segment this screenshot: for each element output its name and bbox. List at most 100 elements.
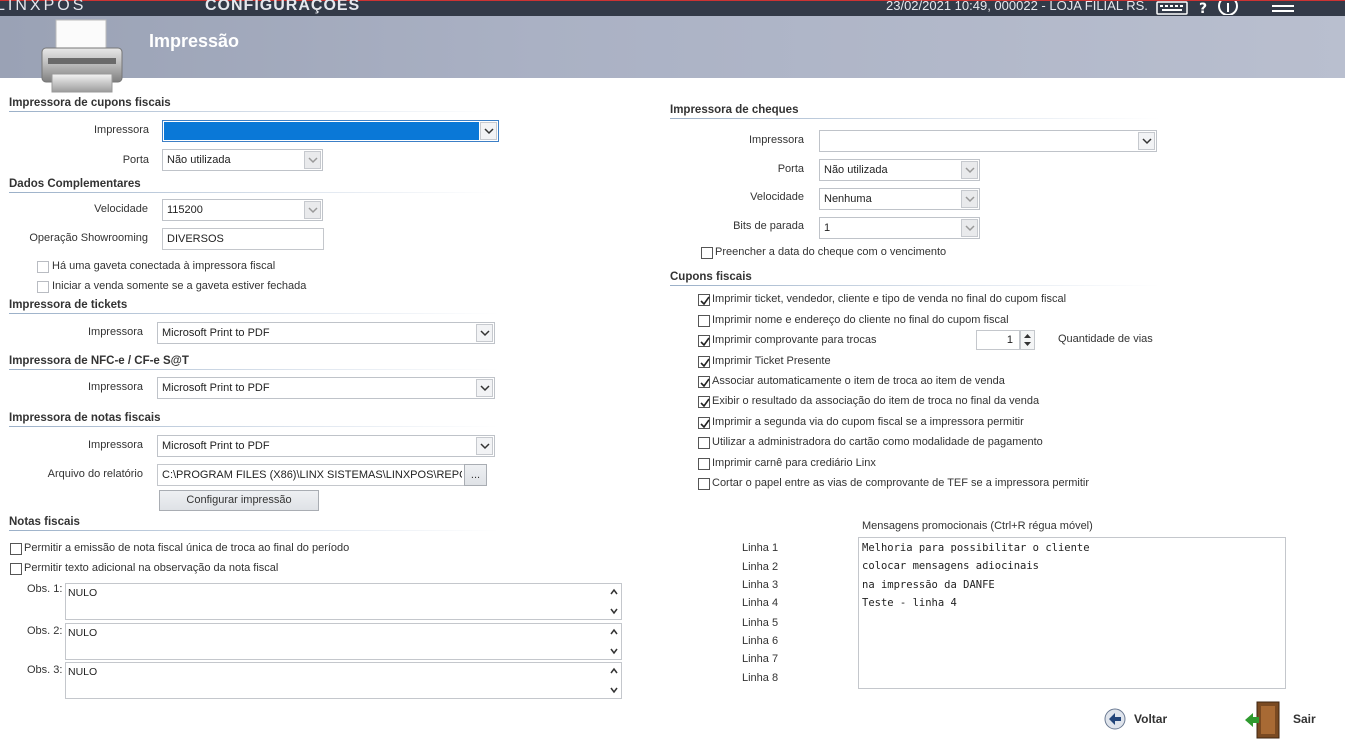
cupom-option-checkbox[interactable] xyxy=(698,376,710,388)
cupom-option-checkbox[interactable] xyxy=(698,417,710,429)
obs-3-value: NULO xyxy=(68,666,98,678)
notas-printer-select[interactable]: Microsoft Print to PDF xyxy=(157,435,495,457)
chevron-down-icon[interactable] xyxy=(480,122,497,140)
promo-messages-field[interactable]: Melhoria para possibilitar o cliente colo… xyxy=(858,537,1286,689)
page-title: Impressão xyxy=(149,31,240,51)
check-icon xyxy=(700,419,710,429)
chevron-down-icon[interactable] xyxy=(1138,132,1155,150)
promo-line-text: colocar mensagens adiocinais xyxy=(862,560,1040,573)
chevron-down-icon[interactable] xyxy=(961,190,978,208)
chevron-down-icon[interactable] xyxy=(961,161,978,179)
info-icon[interactable] xyxy=(1217,0,1239,16)
section-divider xyxy=(9,313,499,314)
stopbits-select[interactable]: 1 xyxy=(819,217,980,239)
cupom-option-checkbox[interactable] xyxy=(698,335,710,347)
start-if-closed-checkbox[interactable] xyxy=(37,281,49,293)
cheques-speed-value: Nenhuma xyxy=(824,193,872,205)
nfce-printer-value: Microsoft Print to PDF xyxy=(162,382,270,394)
cupom-port-select[interactable]: Não utilizada xyxy=(162,149,323,171)
scroll-down-icon[interactable] xyxy=(610,607,618,615)
scroll-up-icon[interactable] xyxy=(610,628,618,636)
fill-date-checkbox[interactable] xyxy=(701,247,713,259)
check-icon xyxy=(700,296,710,306)
tickets-printer-value: Microsoft Print to PDF xyxy=(162,327,270,339)
exit-door-icon[interactable] xyxy=(1243,700,1285,740)
back-button[interactable]: Voltar xyxy=(1134,712,1167,726)
section-title-cupons-fiscais-printer: Impressora de cupons fiscais xyxy=(9,97,171,109)
showroom-field[interactable]: DIVERSOS xyxy=(162,228,324,250)
speed-value: 115200 xyxy=(167,204,203,216)
section-title-notas-fiscais: Notas fiscais xyxy=(9,516,80,528)
back-arrow-icon[interactable] xyxy=(1104,708,1128,730)
obs-3-field[interactable]: NULO xyxy=(65,662,622,699)
cupom-option-checkbox[interactable] xyxy=(698,396,710,408)
obs-2-field[interactable]: NULO xyxy=(65,623,622,660)
cupom-printer-select[interactable] xyxy=(162,120,499,142)
speed-select[interactable]: 115200 xyxy=(162,199,323,221)
obs-3-label: Obs. 3: xyxy=(27,664,63,676)
scroll-down-icon[interactable] xyxy=(610,647,618,655)
notas-printer-label: Impressora xyxy=(87,439,143,451)
browse-button[interactable]: ... xyxy=(464,464,487,486)
chevron-down-icon[interactable] xyxy=(476,437,493,455)
svg-text:?: ? xyxy=(1199,1,1207,15)
cheques-speed-select[interactable]: Nenhuma xyxy=(819,188,980,210)
report-file-field[interactable]: C:\PROGRAM FILES (X86)\LINX SISTEMAS\LIN… xyxy=(157,464,465,486)
tickets-printer-label: Impressora xyxy=(87,326,143,338)
configure-print-button[interactable]: Configurar impressão xyxy=(159,490,319,511)
single-exchange-label: Permitir a emissão de nota fiscal única … xyxy=(24,542,350,554)
chevron-down-icon[interactable] xyxy=(304,201,321,219)
chevron-down-icon[interactable] xyxy=(476,379,493,397)
cheques-printer-select[interactable] xyxy=(819,130,1157,152)
copies-field[interactable]: 1 xyxy=(976,330,1020,350)
promo-line-label: Linha 6 xyxy=(742,635,779,647)
copies-value: 1 xyxy=(1006,334,1013,346)
promo-line-label: Linha 5 xyxy=(742,617,779,629)
check-icon xyxy=(700,358,710,368)
scroll-up-icon[interactable] xyxy=(610,667,618,675)
keyboard-icon[interactable] xyxy=(1156,1,1188,15)
single-exchange-checkbox[interactable] xyxy=(10,543,22,555)
cupom-option-checkbox[interactable] xyxy=(698,315,710,327)
cupom-option-label: Imprimir nome e endereço do cliente no f… xyxy=(712,314,1009,326)
cupom-option-checkbox[interactable] xyxy=(698,437,710,449)
promo-line-label: Linha 2 xyxy=(742,561,779,573)
showroom-label: Operação Showrooming xyxy=(29,232,148,244)
cupom-option-label: Imprimir carnê para crediário Linx xyxy=(712,457,876,469)
chevron-down-icon[interactable] xyxy=(476,324,493,342)
section-title-cupons-fiscais: Cupons fiscais xyxy=(670,271,752,283)
section-title-dados-complementares: Dados Complementares xyxy=(9,178,141,190)
chevron-down-icon[interactable] xyxy=(304,151,321,169)
top-bar: LINXPOS CONFIGURAÇÕES 23/02/2021 10:49, … xyxy=(0,0,1345,17)
nfce-printer-select[interactable]: Microsoft Print to PDF xyxy=(157,377,495,399)
app-section-title: CONFIGURAÇÕES xyxy=(205,0,361,14)
cupom-option-label: Imprimir Ticket Presente xyxy=(712,355,831,367)
menu-icon[interactable] xyxy=(1270,1,1296,15)
cupom-option-label: Imprimir a segunda via do cupom fiscal s… xyxy=(712,416,1024,428)
help-icon[interactable]: ? xyxy=(1198,1,1210,17)
section-title-tickets: Impressora de tickets xyxy=(9,299,128,311)
stopbits-value: 1 xyxy=(824,222,831,234)
section-divider xyxy=(9,426,499,427)
obs-1-field[interactable]: NULO xyxy=(65,583,622,620)
check-icon xyxy=(700,337,710,347)
chevron-down-icon[interactable] xyxy=(961,219,978,237)
scroll-down-icon[interactable] xyxy=(610,686,618,694)
exit-button[interactable]: Sair xyxy=(1293,712,1316,726)
cheques-printer-label: Impressora xyxy=(748,134,804,146)
cheques-port-select[interactable]: Não utilizada xyxy=(819,159,980,181)
section-divider xyxy=(670,118,1160,119)
cupom-option-checkbox[interactable] xyxy=(698,458,710,470)
drawer-connected-checkbox[interactable] xyxy=(37,261,49,273)
extra-text-label: Permitir texto adicional na observação d… xyxy=(24,562,279,574)
tickets-printer-select[interactable]: Microsoft Print to PDF xyxy=(157,322,495,344)
cupom-option-checkbox[interactable] xyxy=(698,294,710,306)
extra-text-checkbox[interactable] xyxy=(10,563,22,575)
cupom-option-checkbox[interactable] xyxy=(698,478,710,490)
obs-1-label: Obs. 1: xyxy=(27,583,63,595)
promo-line-text: na impressão da DANFE xyxy=(862,578,995,591)
scroll-up-icon[interactable] xyxy=(610,588,618,596)
promo-line-label: Linha 1 xyxy=(742,542,779,554)
cupom-option-checkbox[interactable] xyxy=(698,356,710,368)
copies-stepper[interactable] xyxy=(1020,330,1035,350)
